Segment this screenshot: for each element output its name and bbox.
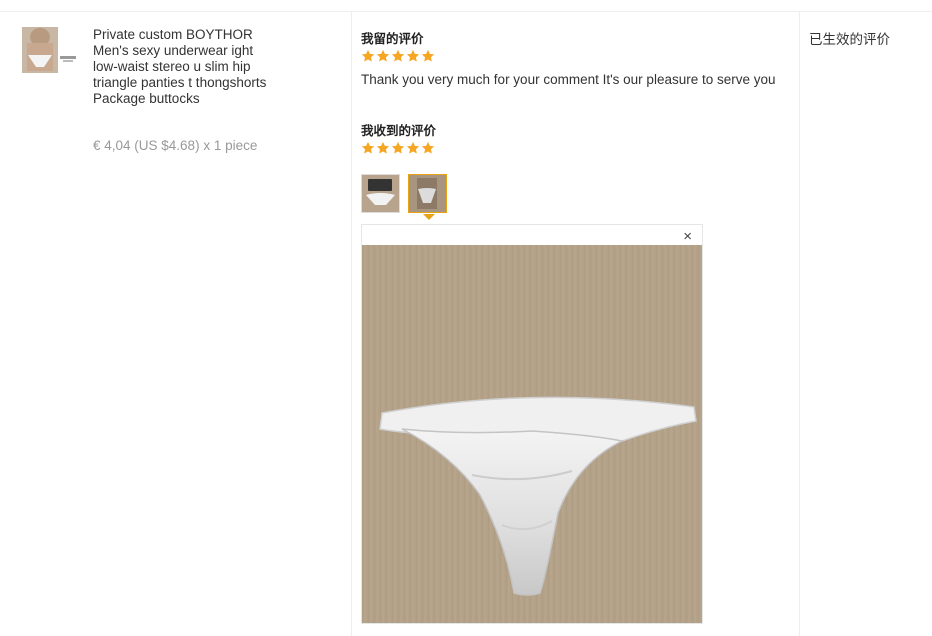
review-status: 已生效的评价 [809,32,890,47]
star-icon [376,49,390,62]
review-photo-thumbnail-selected[interactable] [408,174,447,213]
star-icon [406,49,420,62]
star-icon [376,141,390,154]
my-review-heading: 我留的评价 [361,32,424,46]
column-divider [799,11,800,636]
review-photo-thumbnail[interactable] [361,174,400,213]
star-icon [391,141,405,154]
received-review-stars [361,141,435,155]
star-icon [421,49,435,62]
my-review-stars [361,49,435,63]
product-price: € 4,04 (US $4.68) x 1 piece [93,138,258,153]
star-icon [406,141,420,154]
star-icon [361,141,375,154]
star-icon [421,141,435,154]
review-photo [362,245,702,623]
product-thumbnail[interactable] [22,27,78,73]
column-divider [351,11,352,636]
photo-viewer: × [361,224,703,624]
my-review-comment: Thank you very much for your comment It'… [361,72,776,87]
selected-thumbnail-pointer [423,214,435,220]
product-title[interactable]: Private custom BOYTHOR Men's sexy underw… [93,27,273,107]
star-icon [361,49,375,62]
top-divider [0,11,932,12]
close-icon[interactable]: × [683,229,692,245]
received-review-heading: 我收到的评价 [361,124,437,138]
star-icon [391,49,405,62]
